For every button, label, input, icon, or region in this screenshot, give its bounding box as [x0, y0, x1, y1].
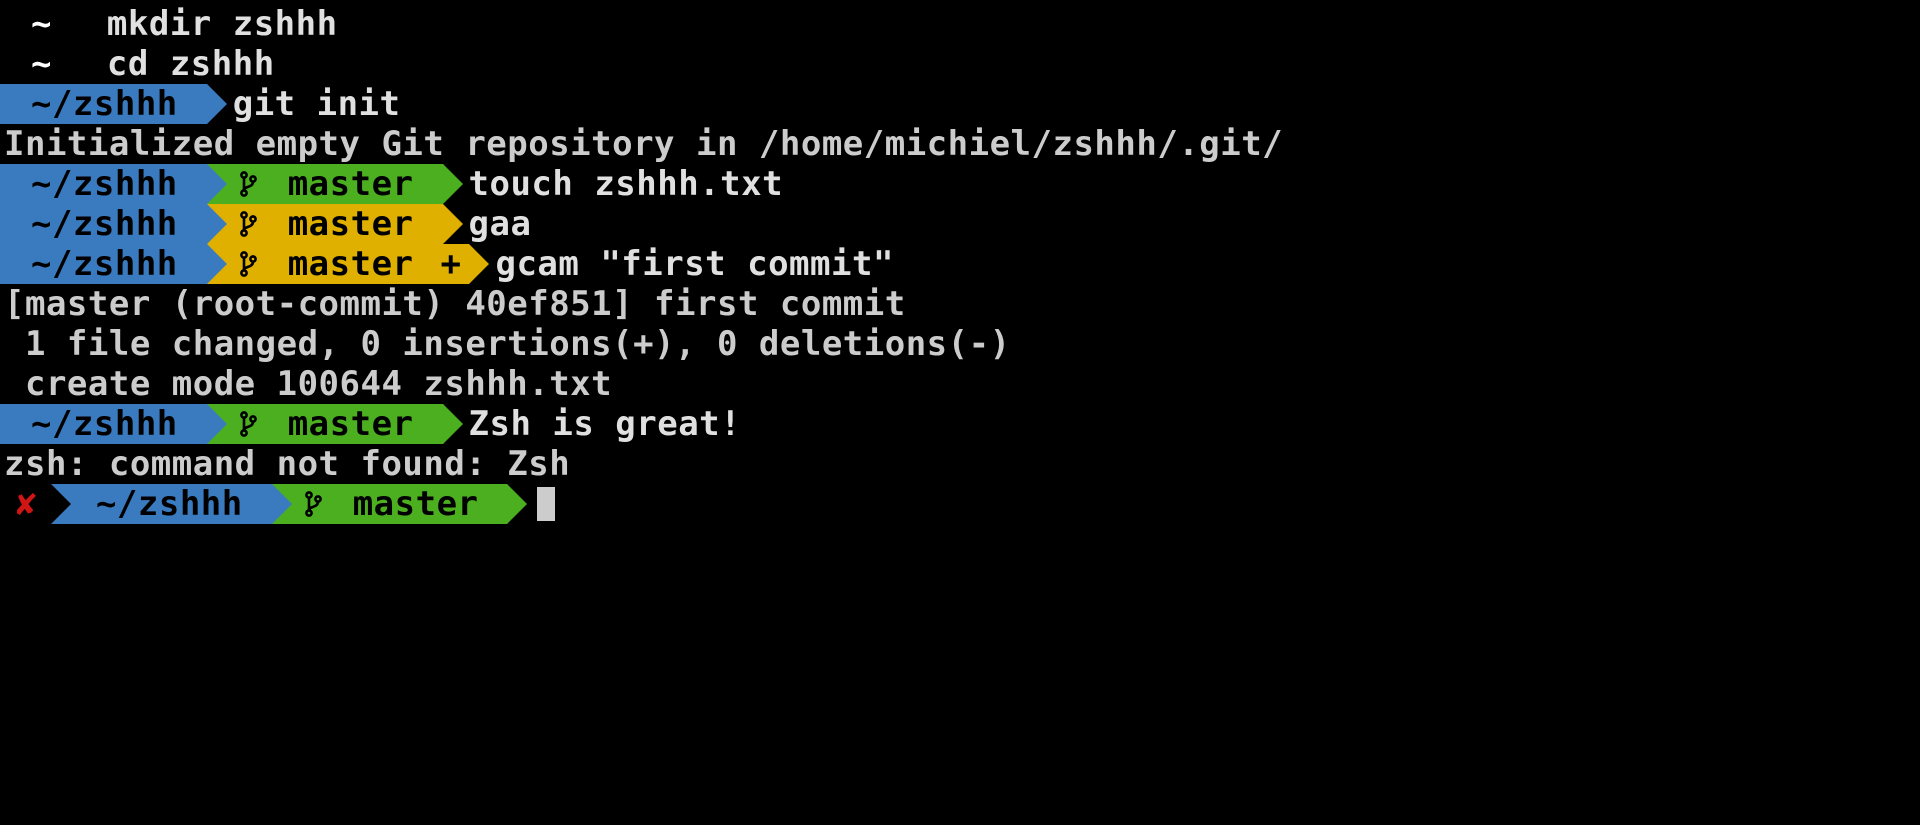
- terminal[interactable]: ~ mkdir zshhh ~ cd zshhh ~/zshhh git ini…: [0, 0, 1920, 524]
- command-input[interactable]: git init: [207, 84, 401, 124]
- path-segment: ~/zshhh: [0, 84, 207, 124]
- segment-text: ~/zshhh: [10, 84, 199, 124]
- cursor: [537, 487, 555, 521]
- path-segment: ~: [0, 44, 81, 84]
- git-branch-segment: master: [207, 164, 443, 204]
- prompt-line: ~/zshhh master Zsh is great!: [0, 404, 1920, 444]
- path-segment: ~/zshhh: [0, 204, 207, 244]
- segment-text: ~: [10, 4, 73, 44]
- segment-text: ~/zshhh: [10, 164, 199, 204]
- segment-text: master: [267, 244, 435, 284]
- git-branch-icon: [239, 250, 257, 278]
- git-branch-icon: [304, 490, 322, 518]
- segment-text: ~: [10, 44, 73, 84]
- command-input[interactable]: Zsh is great!: [443, 404, 742, 444]
- segment-text: ~/zshhh: [75, 484, 264, 524]
- segment-text: master: [267, 164, 435, 204]
- terminal-output-line: create mode 100644 zshhh.txt: [0, 364, 1920, 404]
- git-branch-segment: master +: [207, 244, 470, 284]
- error-x-icon: ✘: [10, 484, 43, 524]
- segment-text: ~/zshhh: [10, 244, 199, 284]
- command-input[interactable]: mkdir zshhh: [81, 4, 338, 44]
- git-branch-segment: master: [207, 404, 443, 444]
- terminal-output-line: 1 file changed, 0 insertions(+), 0 delet…: [0, 324, 1920, 364]
- terminal-output-line: [master (root-commit) 40ef851] first com…: [0, 284, 1920, 324]
- terminal-output-line: Initialized empty Git repository in /hom…: [0, 124, 1920, 164]
- git-branch-segment: master: [207, 204, 443, 244]
- error-status-segment: ✘: [0, 484, 51, 524]
- segment-text: ~/zshhh: [10, 404, 199, 444]
- path-segment: ~/zshhh: [0, 164, 207, 204]
- prompt-line: ~/zshhh git init: [0, 84, 1920, 124]
- command-input[interactable]: touch zshhh.txt: [443, 164, 784, 204]
- path-segment: ~: [0, 4, 81, 44]
- git-branch-segment: master: [272, 484, 508, 524]
- git-branch-icon: [239, 210, 257, 238]
- command-input[interactable]: cd zshhh: [81, 44, 275, 84]
- segment-text: ~/zshhh: [10, 204, 199, 244]
- prompt-line: ~ mkdir zshhh: [0, 4, 1920, 44]
- prompt-line: ~/zshhh master +gcam "first commit": [0, 244, 1920, 284]
- path-segment: ~/zshhh: [51, 484, 272, 524]
- prompt-line: ~ cd zshhh: [0, 44, 1920, 84]
- prompt-line: ~/zshhh master gaa: [0, 204, 1920, 244]
- prompt-line: ~/zshhh master touch zshhh.txt: [0, 164, 1920, 204]
- path-segment: ~/zshhh: [0, 404, 207, 444]
- git-staged-plus-icon: +: [435, 244, 462, 284]
- segment-text: master: [267, 404, 435, 444]
- prompt-line: ✘ ~/zshhh master: [0, 484, 1920, 524]
- segment-text: master: [332, 484, 500, 524]
- git-branch-icon: [239, 170, 257, 198]
- git-branch-icon: [239, 410, 257, 438]
- path-segment: ~/zshhh: [0, 244, 207, 284]
- command-input[interactable]: gcam "first commit": [469, 244, 893, 284]
- terminal-output-line: zsh: command not found: Zsh: [0, 444, 1920, 484]
- segment-text: master: [267, 204, 435, 244]
